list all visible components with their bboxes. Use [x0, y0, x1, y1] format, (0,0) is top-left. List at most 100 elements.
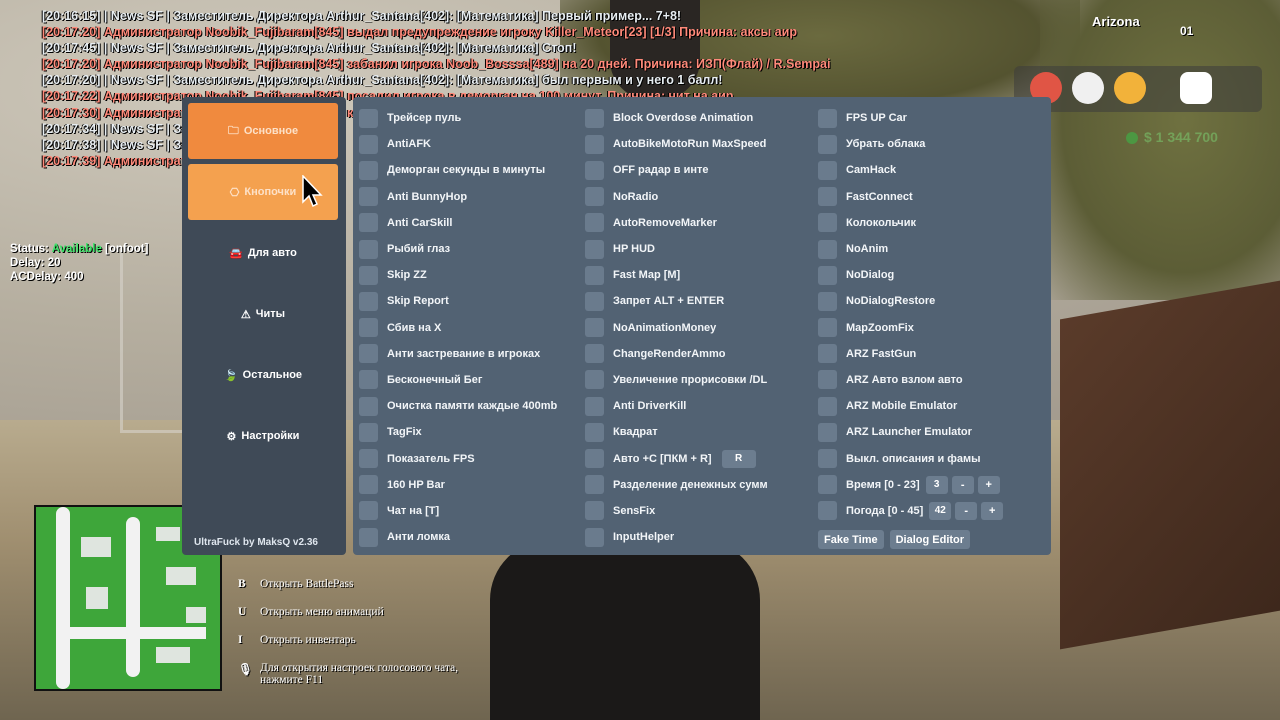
option-checkbox[interactable] — [818, 239, 837, 259]
option-label: ARZ Авто взлом авто — [846, 373, 963, 386]
fake-time-button[interactable]: Fake Time — [818, 530, 884, 549]
game-house — [1060, 280, 1280, 650]
sidebar-item-label: Настройки — [241, 430, 300, 442]
option-label: ChangeRenderAmmo — [613, 347, 726, 360]
option-checkbox[interactable] — [585, 527, 604, 547]
weather-decrease-button[interactable]: - — [955, 501, 978, 520]
option-checkbox[interactable] — [359, 134, 378, 154]
option-row: FPS UP Car — [818, 105, 1003, 131]
option-checkbox[interactable] — [585, 370, 604, 390]
sidebar-item-5[interactable]: 🍃 Остальное — [188, 347, 338, 403]
chat-line: [20:17:45] | News SF | Заместитель Дирек… — [42, 41, 577, 56]
option-checkbox[interactable] — [585, 291, 604, 311]
option-label: NoAnim — [846, 243, 889, 256]
option-checkbox[interactable] — [818, 291, 837, 311]
option-checkbox[interactable] — [818, 501, 837, 521]
option-checkbox[interactable] — [359, 449, 378, 469]
option-label: Квадрат — [613, 426, 658, 439]
option-row: HP HUD — [585, 236, 768, 262]
option-row: Убрать облака — [818, 131, 1003, 157]
option-checkbox[interactable] — [585, 318, 604, 338]
option-row: Skip Report — [359, 288, 557, 314]
option-checkbox[interactable] — [359, 422, 378, 442]
option-checkbox[interactable] — [585, 475, 604, 495]
option-checkbox[interactable] — [818, 160, 837, 180]
option-row: Время [0 - 23] 3- + — [818, 472, 1003, 498]
option-row: Бесконечный Бег — [359, 367, 557, 393]
time-decrease-button[interactable]: - — [951, 475, 974, 494]
options-panel: Трейсер пуль AntiAFK Деморган секунды в ми… — [353, 97, 1051, 555]
option-checkbox[interactable] — [359, 160, 378, 180]
option-checkbox[interactable] — [585, 160, 604, 180]
option-label: Убрать облака — [846, 138, 926, 151]
option-row: AutoRemoveMarker — [585, 210, 768, 236]
option-checkbox[interactable] — [359, 213, 378, 233]
option-row: Трейсер пуль — [359, 105, 557, 131]
hint-key: I — [238, 634, 243, 646]
option-checkbox[interactable] — [818, 265, 837, 285]
option-checkbox[interactable] — [359, 344, 378, 364]
weather-increase-button[interactable]: + — [981, 501, 1004, 520]
option-checkbox[interactable] — [585, 213, 604, 233]
option-checkbox[interactable] — [818, 475, 837, 495]
option-label: NoRadio — [613, 190, 659, 203]
option-checkbox[interactable] — [359, 187, 378, 207]
sidebar-item-3[interactable]: 🚘 Для авто — [188, 225, 338, 281]
option-label: AutoBikeMotoRun MaxSpeed — [613, 138, 767, 151]
player-character — [490, 540, 760, 720]
option-checkbox[interactable] — [818, 344, 837, 364]
option-checkbox[interactable] — [359, 475, 378, 495]
option-checkbox[interactable] — [585, 187, 604, 207]
money-display: $ 1 344 700 — [1126, 129, 1218, 145]
option-label: FPS UP Car — [846, 112, 907, 125]
option-checkbox[interactable] — [359, 265, 378, 285]
option-label: Бесконечный Бег — [387, 373, 483, 386]
option-row: NoAnim — [818, 236, 1003, 262]
option-label: Skip Report — [387, 295, 449, 308]
option-checkbox[interactable] — [359, 318, 378, 338]
time-increase-button[interactable]: + — [977, 475, 1000, 494]
sidebar-item-4[interactable]: ⚠ Читы — [188, 286, 338, 342]
option-checkbox[interactable] — [359, 108, 378, 128]
option-checkbox[interactable] — [359, 370, 378, 390]
option-checkbox[interactable] — [585, 108, 604, 128]
option-row: ARZ Mobile Emulator — [818, 393, 1003, 419]
option-row: NoDialogRestore — [818, 288, 1003, 314]
chat-line: [20:17:20] | News SF | Заместитель Дирек… — [42, 73, 723, 88]
option-checkbox[interactable] — [585, 265, 604, 285]
option-checkbox[interactable] — [818, 370, 837, 390]
option-checkbox[interactable] — [585, 344, 604, 364]
option-label: 160 HP Bar — [387, 478, 445, 491]
option-checkbox[interactable] — [818, 213, 837, 233]
sidebar-item-1[interactable]: 🗀 Основное — [188, 103, 338, 159]
hint-row: B Открыть BattlePass — [238, 578, 490, 606]
option-checkbox[interactable] — [818, 187, 837, 207]
weather-value: 42 — [929, 501, 952, 520]
option-checkbox[interactable] — [818, 422, 837, 442]
option-label: Skip ZZ — [387, 269, 427, 282]
option-checkbox[interactable] — [585, 422, 604, 442]
option-checkbox[interactable] — [359, 396, 378, 416]
option-checkbox[interactable] — [818, 134, 837, 154]
option-row: Сбив на X — [359, 315, 557, 341]
sidebar-item-label: Кнопочки — [244, 186, 297, 198]
sidebar-item-6[interactable]: ⚙ Настройки — [188, 408, 338, 464]
option-checkbox[interactable] — [818, 396, 837, 416]
option-checkbox[interactable] — [359, 239, 378, 259]
option-checkbox[interactable] — [585, 501, 604, 521]
option-checkbox[interactable] — [359, 291, 378, 311]
option-checkbox[interactable] — [818, 318, 837, 338]
option-checkbox[interactable] — [585, 239, 604, 259]
auto-c-key-button[interactable]: R — [721, 449, 756, 468]
option-row: Рыбий глаз — [359, 236, 557, 262]
option-checkbox[interactable] — [818, 449, 837, 469]
option-checkbox[interactable] — [359, 527, 378, 547]
option-row: Квадрат — [585, 419, 768, 445]
option-checkbox[interactable] — [818, 108, 837, 128]
option-checkbox[interactable] — [359, 501, 378, 521]
option-checkbox[interactable] — [585, 134, 604, 154]
dialog-editor-button[interactable]: Dialog Editor — [889, 530, 971, 549]
hint-key: U — [238, 606, 247, 618]
option-checkbox[interactable] — [585, 396, 604, 416]
option-checkbox[interactable] — [585, 449, 604, 469]
